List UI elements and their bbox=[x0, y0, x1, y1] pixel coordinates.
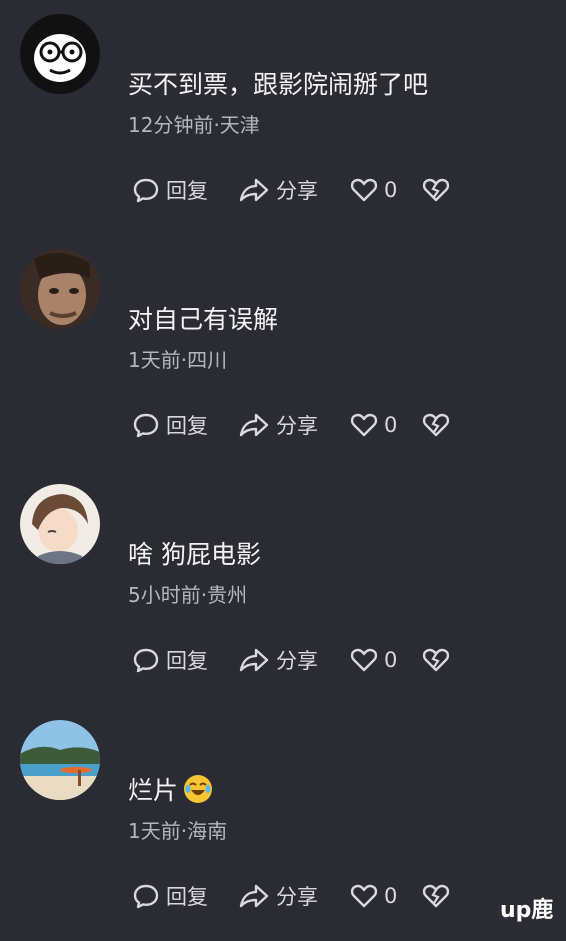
reply-button[interactable]: 回复 bbox=[132, 408, 208, 442]
comment-text: 烂片 bbox=[128, 774, 213, 808]
comment-text: 买不到票，跟影院闹掰了吧 bbox=[128, 70, 429, 99]
man-face-avatar-icon bbox=[20, 249, 100, 329]
like-count: 0 bbox=[384, 648, 398, 672]
dislike-button[interactable] bbox=[422, 879, 450, 913]
laughing-crying-emoji-icon bbox=[184, 775, 213, 803]
comment-item: 啥 狗屁电影 5小时前·贵州 回复 分享 0 bbox=[0, 470, 566, 705]
comment-actions: 回复 分享 0 bbox=[128, 643, 548, 677]
like-button[interactable]: 0 bbox=[350, 643, 397, 677]
username[interactable] bbox=[128, 30, 328, 46]
user-avatar[interactable] bbox=[20, 14, 100, 94]
reply-label: 回复 bbox=[166, 649, 208, 673]
share-label: 分享 bbox=[276, 649, 318, 673]
comment-meta: 5小时前·贵州 bbox=[128, 583, 248, 607]
broken-heart-icon bbox=[422, 884, 450, 908]
anime-boy-avatar-icon bbox=[20, 484, 100, 564]
chat-bubble-icon bbox=[133, 178, 159, 203]
share-button[interactable]: 分享 bbox=[238, 408, 318, 442]
comment-item: 买不到票，跟影院闹掰了吧 12分钟前·天津 回复 分享 0 bbox=[0, 0, 566, 235]
heart-icon bbox=[350, 648, 378, 672]
broken-heart-icon bbox=[422, 178, 450, 202]
like-count: 0 bbox=[384, 413, 398, 437]
comment-actions: 回复 分享 0 bbox=[128, 879, 548, 913]
chat-bubble-icon bbox=[133, 413, 159, 438]
share-arrow-icon bbox=[239, 413, 269, 437]
cartoon-glasses-avatar-icon bbox=[20, 14, 100, 94]
share-label: 分享 bbox=[276, 414, 318, 438]
comment-item: 烂片 1天前·海南 回复 分享 0 bbox=[0, 706, 566, 941]
comment-meta: 1天前·海南 bbox=[128, 819, 228, 843]
broken-heart-icon bbox=[422, 648, 450, 672]
user-avatar[interactable] bbox=[20, 249, 100, 329]
like-button[interactable]: 0 bbox=[350, 879, 397, 913]
dislike-button[interactable] bbox=[422, 173, 450, 207]
username[interactable] bbox=[128, 736, 328, 752]
user-avatar[interactable] bbox=[20, 720, 100, 800]
comment-meta: 1天前·四川 bbox=[128, 348, 228, 372]
user-avatar[interactable] bbox=[20, 484, 100, 564]
comment-meta: 12分钟前·天津 bbox=[128, 113, 260, 137]
reply-button[interactable]: 回复 bbox=[132, 173, 208, 207]
share-arrow-icon bbox=[239, 178, 269, 202]
reply-label: 回复 bbox=[166, 885, 208, 909]
like-button[interactable]: 0 bbox=[350, 408, 397, 442]
like-count: 0 bbox=[384, 884, 398, 908]
broken-heart-icon bbox=[422, 413, 450, 437]
watermark: up鹿 bbox=[500, 898, 554, 923]
chat-bubble-icon bbox=[133, 648, 159, 673]
comment-actions: 回复 分享 0 bbox=[128, 173, 548, 207]
beach-avatar-icon bbox=[20, 720, 100, 800]
share-button[interactable]: 分享 bbox=[238, 173, 318, 207]
comment-item: 对自己有误解 1天前·四川 回复 分享 0 bbox=[0, 235, 566, 470]
share-button[interactable]: 分享 bbox=[238, 643, 318, 677]
share-label: 分享 bbox=[276, 885, 318, 909]
chat-bubble-icon bbox=[133, 884, 159, 909]
share-arrow-icon bbox=[239, 648, 269, 672]
comment-actions: 回复 分享 0 bbox=[128, 408, 548, 442]
comment-text-content: 烂片 bbox=[128, 776, 179, 805]
share-label: 分享 bbox=[276, 179, 318, 203]
username[interactable] bbox=[128, 265, 328, 281]
dislike-button[interactable] bbox=[422, 408, 450, 442]
share-arrow-icon bbox=[239, 884, 269, 908]
share-button[interactable]: 分享 bbox=[238, 879, 318, 913]
like-button[interactable]: 0 bbox=[350, 173, 397, 207]
comment-text: 对自己有误解 bbox=[128, 305, 279, 334]
comment-text: 啥 狗屁电影 bbox=[128, 540, 261, 569]
reply-label: 回复 bbox=[166, 179, 208, 203]
heart-icon bbox=[350, 884, 378, 908]
username[interactable] bbox=[128, 500, 328, 516]
heart-icon bbox=[350, 413, 378, 437]
reply-label: 回复 bbox=[166, 414, 208, 438]
heart-icon bbox=[350, 178, 378, 202]
dislike-button[interactable] bbox=[422, 643, 450, 677]
reply-button[interactable]: 回复 bbox=[132, 879, 208, 913]
like-count: 0 bbox=[384, 178, 398, 202]
reply-button[interactable]: 回复 bbox=[132, 643, 208, 677]
